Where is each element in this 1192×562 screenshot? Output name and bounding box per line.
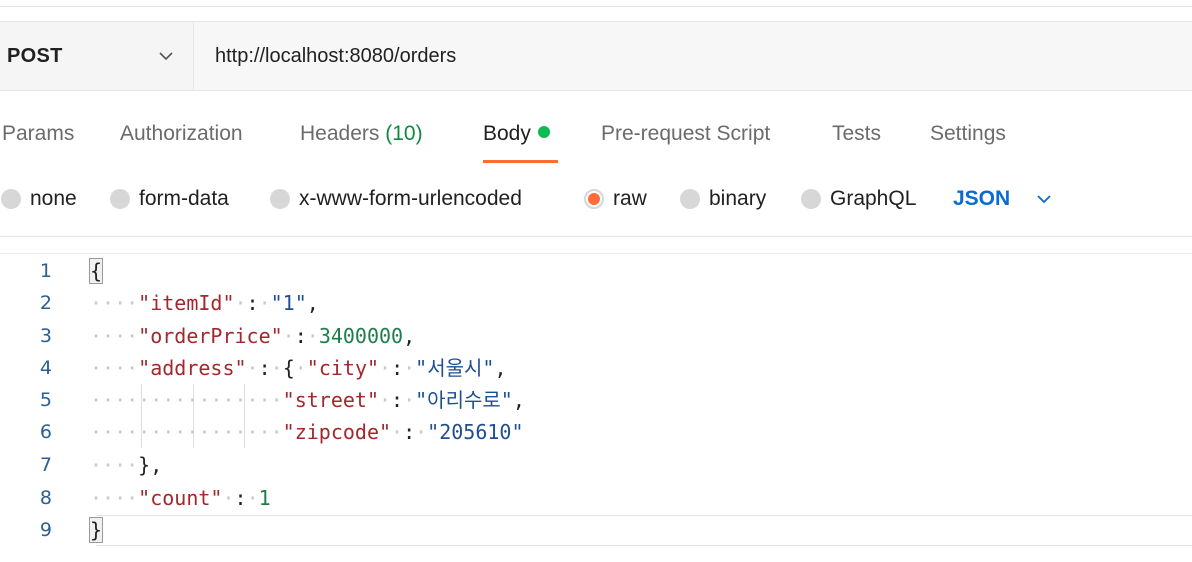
json-value: "서울시"	[415, 356, 495, 380]
radio-graphql[interactable]: GraphQL	[801, 184, 916, 214]
tab-tests[interactable]: Tests	[832, 122, 881, 146]
radio-form-data[interactable]: form-data	[110, 184, 229, 214]
line-number: 4	[39, 357, 52, 379]
radio-none[interactable]: none	[1, 184, 77, 214]
radio-circle-icon	[270, 189, 290, 209]
request-bar: POST http://localhost:8080/orders	[0, 21, 1192, 91]
tab-label: Tests	[832, 122, 882, 145]
language-select[interactable]: JSON	[953, 184, 1051, 214]
json-value: "205610"	[427, 420, 524, 444]
tab-label: Params	[2, 122, 75, 145]
radio-raw[interactable]: raw	[584, 184, 647, 214]
tab-label: Settings	[930, 122, 1006, 145]
code-line: 8 ····"count"·:·1	[0, 482, 1192, 514]
radio-binary[interactable]: binary	[680, 184, 766, 214]
tab-body[interactable]: Body	[483, 122, 550, 146]
radio-selected-icon	[584, 189, 604, 209]
brace-match: {	[88, 258, 104, 284]
code-line: 6 ················"zipcode"·:·"205610"	[0, 416, 1192, 448]
code-line: 5 ················"street"·:·"아리수로",	[0, 384, 1192, 416]
code-line: 9 }	[0, 514, 1192, 546]
line-number: 6	[39, 421, 52, 443]
radio-label: raw	[613, 187, 647, 210]
headers-count: (10)	[385, 122, 423, 145]
line-number: 8	[39, 487, 52, 509]
request-tabs: Params Authorization Headers (10) Body P…	[0, 118, 1192, 168]
url-input[interactable]: http://localhost:8080/orders	[194, 22, 1192, 90]
tab-settings[interactable]: Settings	[930, 122, 1006, 146]
language-label: JSON	[953, 187, 1011, 210]
line-number: 2	[39, 292, 52, 314]
active-dot-icon	[537, 126, 550, 138]
code-line: 3 ····"orderPrice"·:·3400000,	[0, 320, 1192, 352]
json-key: "count"	[138, 486, 223, 510]
chevron-down-icon	[159, 52, 173, 61]
radio-circle-icon	[801, 189, 821, 209]
code-line: 2 ····"itemId"·:·"1",	[0, 287, 1192, 319]
method-select[interactable]: POST	[0, 22, 194, 90]
line-number: 7	[39, 454, 52, 476]
tab-pre-request-script[interactable]: Pre-request Script	[601, 122, 770, 146]
code-line: 7 ····},	[0, 449, 1192, 481]
radio-circle-icon	[1, 189, 21, 209]
radio-label: GraphQL	[830, 187, 917, 210]
json-value: "1"	[270, 291, 307, 315]
json-key: "city"	[306, 356, 380, 380]
tab-headers[interactable]: Headers (10)	[300, 122, 423, 146]
json-key: "itemId"	[138, 291, 235, 315]
line-number: 5	[39, 389, 52, 411]
json-punct: },	[138, 453, 163, 477]
line-number: 9	[39, 519, 52, 541]
json-value: 3400000	[318, 324, 404, 348]
radio-circle-icon	[680, 189, 700, 209]
radio-label: form-data	[139, 187, 229, 210]
radio-label: binary	[709, 187, 767, 210]
method-label: POST	[7, 45, 63, 67]
radio-circle-icon	[110, 189, 130, 209]
radio-label: none	[30, 187, 77, 210]
tab-params[interactable]: Params	[2, 122, 74, 146]
chevron-down-icon	[1037, 195, 1051, 204]
top-divider	[0, 6, 1192, 7]
section-divider	[0, 236, 1192, 237]
radio-x-www-form-urlencoded[interactable]: x-www-form-urlencoded	[270, 184, 522, 214]
json-key: "orderPrice"	[138, 324, 283, 348]
tab-label: Headers	[300, 122, 380, 145]
tab-label: Pre-request Script	[601, 122, 771, 145]
body-type-options: none form-data x-www-form-urlencoded raw…	[0, 184, 1192, 216]
radio-label: x-www-form-urlencoded	[299, 187, 522, 210]
tab-authorization[interactable]: Authorization	[120, 122, 243, 146]
json-key: "street"	[282, 388, 379, 412]
code-line: 4 ····"address"·:·{·"city"·:·"서울시",	[0, 352, 1192, 384]
json-key: "zipcode"	[282, 420, 392, 444]
tab-label: Body	[483, 122, 531, 145]
active-tab-underline	[483, 160, 558, 163]
code-editor[interactable]: 1 { 2 ····"itemId"·:·"1", 3 ····"orderPr…	[0, 253, 1192, 546]
json-key: "address"	[138, 356, 247, 380]
line-number: 1	[39, 260, 52, 282]
tab-label: Authorization	[120, 122, 243, 145]
json-value: 1	[258, 486, 271, 510]
json-value: "아리수로"	[415, 388, 513, 412]
line-number: 3	[39, 325, 52, 347]
code-line: 1 {	[0, 255, 1192, 287]
brace-match: }	[88, 517, 104, 543]
